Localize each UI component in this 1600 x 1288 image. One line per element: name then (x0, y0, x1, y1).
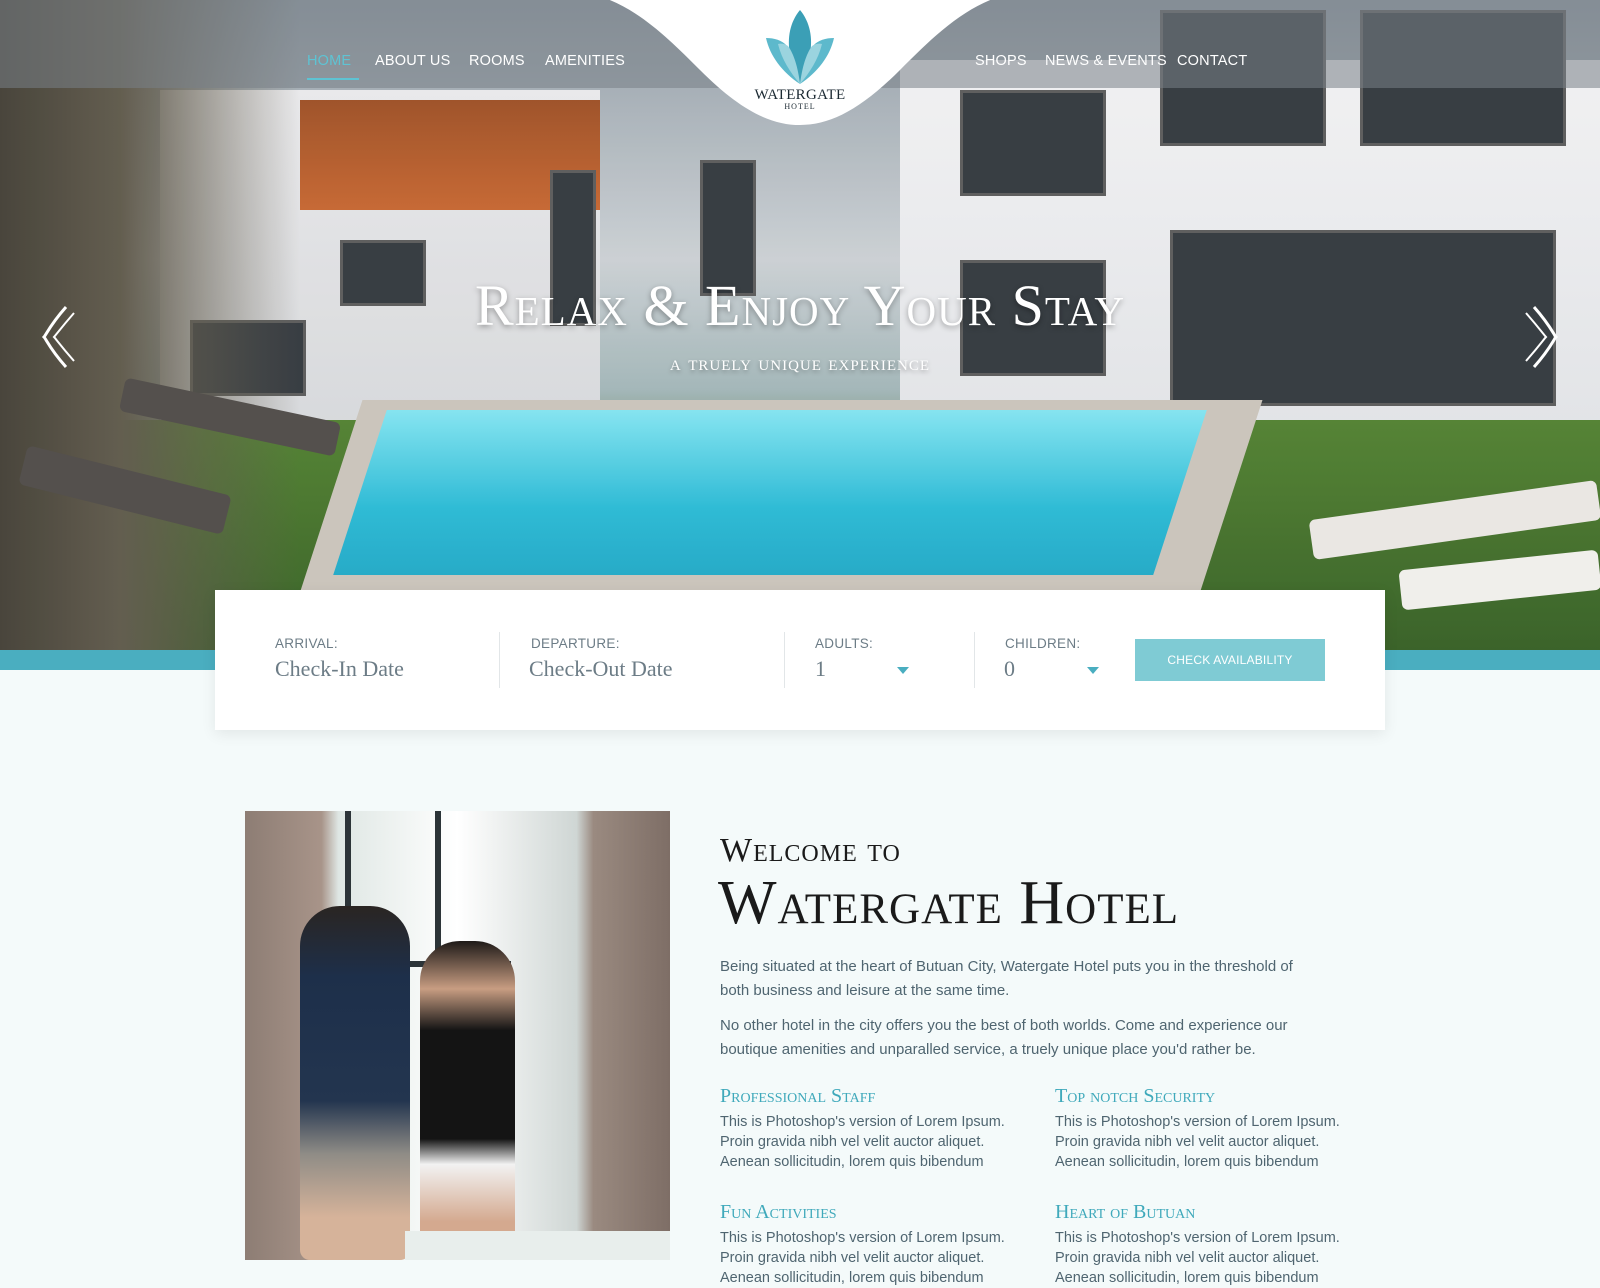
photo-person-man (300, 906, 410, 1260)
nav-contact[interactable]: CONTACT (1177, 53, 1247, 69)
check-availability-button[interactable]: CHECK AVAILABILITY (1135, 639, 1325, 681)
feature-text-butuan: This is Photoshop's version of Lorem Ips… (1055, 1230, 1340, 1286)
welcome-paragraph-1: Being situated at the heart of Butuan Ci… (720, 958, 1293, 999)
caret-down-icon[interactable] (897, 667, 909, 674)
arrival-date-input[interactable]: Check-In Date (275, 656, 404, 682)
nav-shops[interactable]: SHOPS (975, 53, 1027, 69)
chevron-right-icon[interactable] (1522, 305, 1562, 369)
lotus-icon (766, 10, 834, 84)
adults-select[interactable]: 1 (815, 656, 826, 682)
feature-text-activities: This is Photoshop's version of Lorem Ips… (720, 1230, 1005, 1286)
welcome-heading: Watergate Hotel (718, 869, 1180, 937)
field-divider (974, 632, 975, 688)
children-select[interactable]: 0 (1004, 656, 1015, 682)
feature-text-staff: This is Photoshop's version of Lorem Ips… (720, 1114, 1005, 1170)
nav-rooms[interactable]: ROOMS (469, 53, 525, 69)
hero-subtitle: a truely unique experience (669, 350, 931, 375)
feature-title-butuan: Heart of Butuan (1055, 1201, 1196, 1223)
nav-active-indicator (307, 78, 359, 80)
booking-form: ARRIVAL: Check-In Date DEPARTURE: Check-… (215, 590, 1385, 730)
feature-text-security: This is Photoshop's version of Lorem Ips… (1055, 1114, 1340, 1170)
chevron-left-icon[interactable] (38, 305, 78, 369)
arrival-label: ARRIVAL: (275, 636, 338, 651)
field-divider (784, 632, 785, 688)
logo-subtext: HOTEL (784, 102, 816, 111)
welcome-paragraph-2: No other hotel in the city offers you th… (720, 1017, 1288, 1058)
nav-news-events[interactable]: NEWS & EVENTS (1045, 53, 1167, 69)
departure-date-input[interactable]: Check-Out Date (529, 656, 673, 682)
nav-amenities[interactable]: AMENITIES (545, 53, 625, 69)
feature-title-activities: Fun Activities (720, 1201, 837, 1223)
hero-title: Relax & Enjoy Your Stay (474, 273, 1126, 338)
children-label: CHILDREN: (1005, 636, 1081, 651)
couple-photo (245, 811, 670, 1260)
welcome-kicker: Welcome to (720, 832, 901, 869)
photo-person-woman (420, 941, 515, 1260)
adults-label: ADULTS: (815, 636, 874, 651)
caret-down-icon[interactable] (1087, 667, 1099, 674)
departure-label: DEPARTURE: (531, 636, 620, 651)
nav-home[interactable]: HOME (307, 53, 351, 69)
feature-title-security: Top notch Security (1055, 1085, 1216, 1107)
photo-bed (405, 1231, 670, 1260)
field-divider (499, 632, 500, 688)
nav-about-us[interactable]: ABOUT US (375, 53, 450, 69)
feature-title-staff: Professional Staff (720, 1085, 876, 1107)
